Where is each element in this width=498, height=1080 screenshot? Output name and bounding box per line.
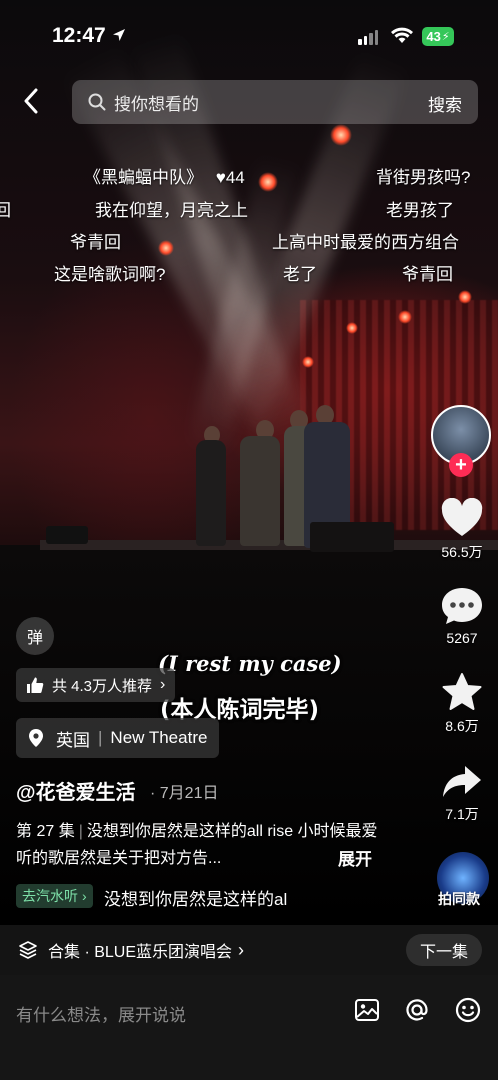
episode-divider: | [78,823,83,840]
share-action[interactable]: 7.1万 [426,764,498,824]
danmaku-comment[interactable]: 我在仰望，月亮之上 [95,196,248,221]
next-episode-button[interactable]: 下一集 [405,934,482,966]
performer [240,436,280,546]
danmaku-comment[interactable]: 爷青回 [402,260,453,285]
comment-action[interactable]: 5267 [426,586,498,646]
battery-level: 43 [426,29,441,44]
emoji-icon[interactable] [453,995,483,1025]
comment-count: 5267 [446,630,478,646]
image-icon[interactable] [352,995,382,1025]
layers-icon [19,941,37,959]
heart-icon [441,498,483,536]
share-count: 7.1万 [445,806,479,822]
danmaku-comment[interactable]: 上高中时最爱的西方组合 [272,228,459,253]
remix-label[interactable]: 拍同款 [438,889,480,909]
plus-icon: + [455,454,467,476]
collection-bar[interactable]: 合集 · BLUE蓝乐团演唱会 › 下一集 [0,925,498,975]
danmaku-comment[interactable]: 这是啥歌词啊? [54,260,165,285]
location-divider: | [98,728,103,747]
danmaku-likes: 44 [225,168,245,187]
location-country: 英国 [56,730,90,750]
episode-label: 第 27 集 [16,823,75,840]
stage-monitor [310,522,394,552]
performer [196,440,226,546]
thumbs-up-icon [27,677,44,693]
location-place: New Theatre [110,728,208,747]
comment-bar: 有什么想法，展开说说 [0,975,498,1080]
danmaku-comment[interactable]: 老了 [283,260,317,285]
danmaku-comment[interactable]: 老男孩了 [386,196,454,221]
danmaku-text: 《黑蝙蝠中队》 [84,168,203,187]
music-title[interactable]: 没想到你居然是这样的al [104,885,287,910]
recommend-pill[interactable]: 共 4.3万人推荐 › [16,668,176,702]
expand-button[interactable]: 展开 [338,845,372,870]
music-app-tag[interactable]: 去汽水听 › [16,884,93,908]
comment-input[interactable]: 有什么想法，展开说说 [16,1001,186,1026]
collection-label: 合集 · BLUE蓝乐团演唱会 [48,944,233,961]
author-name[interactable]: @花爸爱生活 [16,776,136,805]
recommend-text: 共 4.3万人推荐 [52,677,153,695]
at-mention-icon[interactable] [402,995,432,1025]
stage-light [398,310,412,324]
status-bar: 12:47 43 ⚡ [0,0,498,72]
comment-icon [442,588,482,624]
search-bar[interactable]: 搜你想看的 搜索 [72,80,478,124]
stage-light [258,172,278,192]
wifi-icon [391,27,413,43]
location-pin-icon [29,729,43,747]
follow-button[interactable]: + [449,453,473,477]
music-tag-label: 去汽水听 [22,888,78,904]
signal-icon [358,30,378,45]
stage-monitor [46,526,88,544]
chevron-right-icon: › [160,676,166,693]
back-button[interactable] [16,86,46,116]
danmaku-toggle-button[interactable]: 弹 [16,617,54,655]
video-description[interactable]: 第 27 集 | 没想到你居然是这样的all rise 小时候最爱听的歌居然是关于把… [16,818,386,872]
search-button[interactable]: 搜索 [428,91,462,116]
subtitle-english: (I rest my case) [158,651,342,676]
like-action[interactable]: 56.5万 [426,498,498,562]
stage-light [302,356,314,368]
danmaku-comment[interactable]: 背街男孩吗? [376,163,470,188]
star-icon [442,673,482,710]
like-count: 56.5万 [441,544,483,560]
search-input[interactable]: 搜你想看的 [114,90,199,115]
post-date: · 7月21日 [150,785,219,802]
chevron-right-icon: › [82,888,87,904]
favorite-action[interactable]: 8.6万 [426,672,498,736]
stage-light [346,322,358,334]
danmaku-comment[interactable]: 回 [0,196,11,221]
location-pill[interactable]: 英国 | New Theatre [16,718,220,758]
location-arrow-icon [113,29,125,41]
stage-light [458,290,472,304]
stage-light [330,124,352,146]
stage-light [158,240,174,256]
search-icon [88,93,106,111]
status-time: 12:47 [52,24,106,47]
battery-icon: 43 ⚡ [422,27,454,46]
heart-icon: ♥ [215,168,226,187]
danmaku-comment[interactable]: 《黑蝙蝠中队》 ♥44 [84,163,245,188]
danmaku-comment[interactable]: 爷青回 [70,228,121,253]
share-icon [443,766,481,797]
favorite-count: 8.6万 [445,718,479,734]
chevron-right-icon: › [238,939,245,960]
chevron-left-icon [24,88,38,114]
